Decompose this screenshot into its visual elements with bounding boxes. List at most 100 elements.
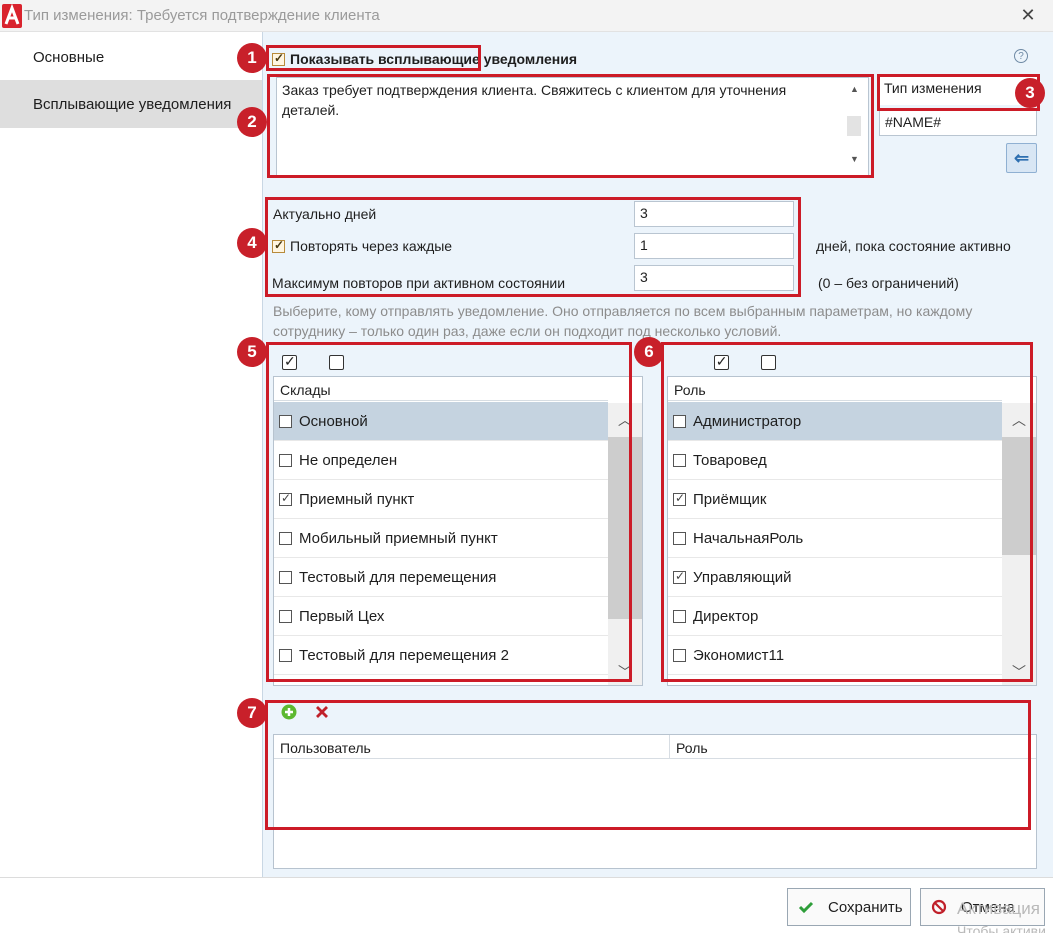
repeat-input[interactable]: 1 xyxy=(634,233,794,259)
grid-row[interactable]: Тестовый для перемещения 2 xyxy=(274,636,608,675)
show-popups-checkbox[interactable] xyxy=(272,51,285,66)
max-repeats-input[interactable]: 3 xyxy=(634,265,794,291)
grid-row[interactable]: Тестовый для перемещения xyxy=(274,558,608,597)
badge-4: 4 xyxy=(237,228,267,258)
grid-row[interactable]: НачальнаяРоль xyxy=(668,519,1002,558)
scroll-up-icon[interactable]: ︿ xyxy=(608,409,642,431)
roles-grid: Роль Администратор Товаровед Приёмщик Начал… xyxy=(667,376,1037,686)
watermark-line: Активация xyxy=(957,899,1040,918)
row-label: Приёмщик xyxy=(693,490,767,508)
grid-row[interactable]: Администратор xyxy=(668,402,1002,441)
grid-row[interactable]: Первый Цех xyxy=(274,597,608,636)
scroll-thumb[interactable] xyxy=(608,437,642,619)
row-checkbox[interactable] xyxy=(673,491,686,506)
row-label: Товаровед xyxy=(693,451,767,469)
row-checkbox[interactable] xyxy=(673,531,686,545)
show-popups-label: Показывать всплывающие уведомления xyxy=(290,51,577,67)
checkmark-icon xyxy=(798,901,814,914)
users-column-header[interactable]: Пользователь xyxy=(274,735,670,759)
help-icon[interactable]: ? xyxy=(1014,49,1028,63)
message-text: Заказ требует подтверждения клиента. Свя… xyxy=(282,82,787,118)
watermark-line: Чтобы активи xyxy=(957,923,1046,933)
window-title: Тип изменения: Требуется подтверждение к… xyxy=(24,7,380,24)
roles-header[interactable]: Роль xyxy=(668,377,1002,401)
insert-field-button[interactable]: ⇐ xyxy=(1006,143,1037,173)
row-checkbox[interactable] xyxy=(279,453,292,467)
save-button[interactable]: Сохранить xyxy=(787,888,911,926)
row-checkbox[interactable] xyxy=(279,414,292,428)
badge-5: 5 xyxy=(237,337,267,367)
left-nav: Основные Всплывающие уведомления xyxy=(0,32,262,877)
grid-row[interactable]: Не определен xyxy=(274,441,608,480)
row-label: Экономист11 xyxy=(693,646,785,664)
row-checkbox[interactable] xyxy=(673,609,686,623)
badge-6: 6 xyxy=(634,337,664,367)
message-textarea[interactable]: Заказ требует подтверждения клиента. Свя… xyxy=(276,77,869,178)
grid-row[interactable]: Директор xyxy=(668,597,1002,636)
actual-days-label: Актуально дней xyxy=(273,206,377,222)
grid-row[interactable]: Основной xyxy=(274,402,608,441)
row-checkbox[interactable] xyxy=(279,648,292,662)
row-checkbox[interactable] xyxy=(279,531,292,545)
max-repeats-label: Максимум повторов при активном состоянии xyxy=(272,275,566,291)
close-icon[interactable]: ✕ xyxy=(1016,4,1040,26)
scroll-up-icon[interactable]: ︿ xyxy=(1002,409,1036,431)
grid-row[interactable]: Управляющий xyxy=(668,558,1002,597)
clear-all-roles-checkbox[interactable] xyxy=(760,354,776,370)
nav-item-label: Основные xyxy=(33,48,105,66)
select-all-warehouses-checkbox[interactable] xyxy=(282,353,297,370)
clear-all-warehouses-checkbox[interactable] xyxy=(328,354,344,370)
delete-icon[interactable] xyxy=(315,705,329,719)
row-checkbox[interactable] xyxy=(673,648,686,662)
grid-row[interactable]: Приёмщик xyxy=(668,480,1002,519)
nav-item-popups[interactable]: Всплывающие уведомления xyxy=(0,80,262,128)
users-column-header[interactable]: Роль xyxy=(670,735,1036,759)
show-popups-toggle[interactable]: Показывать всплывающие уведомления xyxy=(272,51,577,67)
grid-row[interactable]: Экономист11 xyxy=(668,636,1002,675)
repeat-label: Повторять через каждые xyxy=(290,238,453,254)
row-checkbox[interactable] xyxy=(673,453,686,467)
row-label: Основной xyxy=(299,412,368,430)
scroll-thumb[interactable] xyxy=(847,116,861,136)
badge-7: 7 xyxy=(237,698,267,728)
add-icon[interactable] xyxy=(281,704,297,720)
roles-scrollbar[interactable]: ︿ ﹀ xyxy=(1002,403,1036,685)
row-label: Первый Цех xyxy=(299,607,385,625)
select-all-roles-checkbox[interactable] xyxy=(713,353,729,370)
grid-row[interactable]: Приемный пункт xyxy=(274,480,608,519)
badge-3: 3 xyxy=(1015,78,1045,108)
row-checkbox[interactable] xyxy=(673,569,686,584)
row-checkbox[interactable] xyxy=(279,491,292,506)
recipients-hint-line: Выберите, кому отправлять уведомление. О… xyxy=(273,303,973,319)
row-label: Приемный пункт xyxy=(299,490,415,508)
repeat-toggle[interactable]: Повторять через каждые xyxy=(272,238,452,254)
nav-item-main[interactable]: Основные xyxy=(0,32,262,82)
row-checkbox[interactable] xyxy=(279,609,292,623)
insert-field-icon: ⇐ xyxy=(1013,147,1030,168)
textarea-scrollbar[interactable]: ▲ ▼ xyxy=(843,80,865,172)
max-repeats-hint: (0 – без ограничений) xyxy=(818,275,959,291)
scroll-thumb[interactable] xyxy=(1002,437,1036,555)
row-checkbox[interactable] xyxy=(279,570,292,584)
grid-row[interactable]: Товаровед xyxy=(668,441,1002,480)
row-label: Не определен xyxy=(299,451,398,469)
field-list-item[interactable]: #NAME# xyxy=(879,110,1037,136)
scroll-down-icon[interactable]: ﹀ xyxy=(608,661,642,683)
row-label: Тестовый для перемещения xyxy=(299,568,497,586)
scroll-down-icon[interactable]: ▼ xyxy=(850,154,859,164)
row-label: Управляющий xyxy=(693,568,792,586)
field-list-item[interactable]: Тип изменения xyxy=(879,77,1037,105)
warehouses-scrollbar[interactable]: ︿ ﹀ xyxy=(608,403,642,685)
warehouses-header[interactable]: Склады xyxy=(274,377,608,401)
repeat-suffix: дней, пока состояние активно xyxy=(816,238,1011,254)
row-checkbox[interactable] xyxy=(673,414,686,428)
actual-days-input[interactable]: 3 xyxy=(634,201,794,227)
title-bar: Тип изменения: Требуется подтверждение к… xyxy=(0,0,1053,32)
recipients-hint: Выберите, кому отправлять уведомление. О… xyxy=(273,301,972,341)
scroll-up-icon[interactable]: ▲ xyxy=(850,84,859,94)
nav-item-label: Всплывающие уведомления xyxy=(33,95,232,113)
repeat-checkbox[interactable] xyxy=(272,238,285,253)
scroll-down-icon[interactable]: ﹀ xyxy=(1002,661,1036,683)
app-logo-icon xyxy=(2,4,22,28)
grid-row[interactable]: Мобильный приемный пункт xyxy=(274,519,608,558)
